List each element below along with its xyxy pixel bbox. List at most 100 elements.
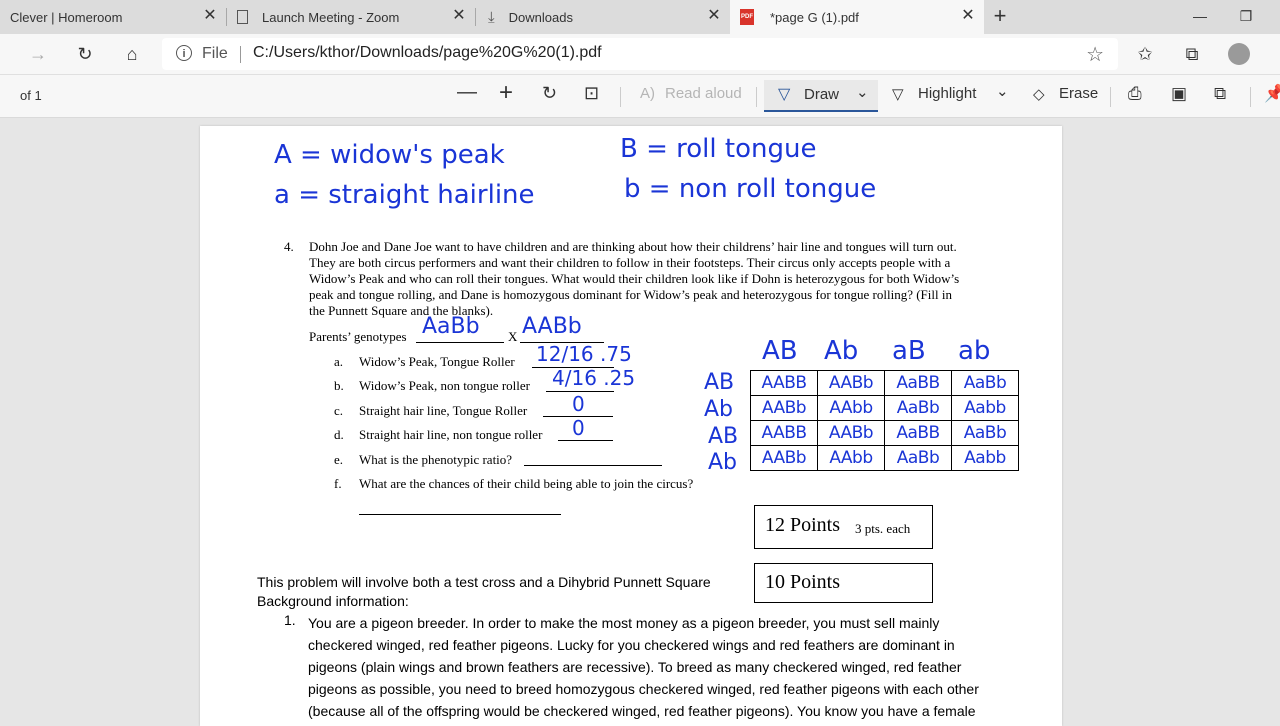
info-icon[interactable]: i [176, 45, 192, 61]
punnett-cell: AABb [817, 420, 885, 446]
answer-d: 0 [572, 416, 585, 440]
collections-icon[interactable]: ⧉ [1180, 42, 1204, 66]
chevron-down-icon[interactable]: ⌄ [856, 83, 869, 101]
close-icon[interactable]: ✕ [202, 8, 218, 24]
punnett-cell: AABB [750, 420, 818, 446]
problem-line: pigeons (plain wings and brown feathers … [308, 659, 962, 675]
tab-pdf[interactable]: PDF *page G (1).pdf ✕ [730, 0, 984, 34]
close-icon[interactable]: ✕ [960, 8, 976, 24]
pen-icon: ▽ [778, 86, 791, 103]
answer-a: 12/16 .75 [536, 342, 632, 366]
problem-line: pigeons as possible, you need to breed h… [308, 681, 979, 697]
handwriting-a-lower: a = straight hairline [274, 180, 535, 210]
chevron-down-icon[interactable]: ⌄ [996, 82, 1009, 100]
address-bar[interactable]: i File C:/Users/kthor/Downloads/page%20G… [162, 38, 1118, 70]
punnett-cell: Aabb [951, 445, 1019, 471]
punnett-row-header: AB [708, 424, 739, 449]
section-background: Background information: [257, 593, 409, 609]
punnett-cell: AaBB [884, 370, 952, 396]
answer-b: 4/16 .25 [552, 366, 636, 390]
fit-page-icon[interactable]: ⊡ [584, 83, 599, 104]
highlighter-icon: ▽ [892, 86, 904, 103]
sub-question: Widow’s Peak, Tongue Roller [359, 354, 515, 369]
punnett-cell: AaBb [884, 395, 952, 421]
tab-title: *page G (1).pdf [770, 9, 859, 25]
sub-question: Widow’s Peak, non tongue roller [359, 378, 530, 393]
points-note: 3 pts. each [855, 521, 911, 536]
minimize-icon[interactable]: — [1190, 6, 1210, 26]
save-as-icon[interactable]: ⧉ [1214, 84, 1226, 104]
rotate-icon[interactable]: ↻ [542, 83, 557, 104]
punnett-cell: AaBb [884, 445, 952, 471]
sub-letter: b. [334, 378, 344, 393]
pdf-page: A = widow's peak a = straight hairline B… [200, 126, 1062, 726]
save-icon[interactable]: ▣ [1171, 84, 1187, 104]
punnett-cell: AaBb [951, 420, 1019, 446]
tab-zoom[interactable]: Launch Meeting - Zoom ✕ [227, 0, 475, 34]
tab-downloads[interactable]: ⤓ Downloads ✕ [476, 0, 730, 34]
url-text[interactable]: C:/Users/kthor/Downloads/page%20G%20(1).… [253, 44, 602, 62]
punnett-col-header: aB [892, 336, 926, 366]
close-icon[interactable]: ✕ [451, 8, 467, 24]
problem-line: checkered winged, red feather pigeons. L… [308, 637, 955, 653]
sub-question: What are the chances of their child bein… [359, 476, 694, 491]
print-icon[interactable]: ⎙ [1128, 84, 1142, 104]
punnett-cell: AaBb [951, 370, 1019, 396]
sub-letter: a. [334, 354, 344, 369]
tab-strip: Clever | Homeroom ✕ Launch Meeting - Zoo… [0, 0, 1280, 34]
points-value: 10 Points [765, 571, 841, 593]
tab-title: Downloads [508, 9, 573, 25]
profile-avatar[interactable] [1228, 43, 1250, 65]
handwriting-b-lower: b = non roll tongue [624, 174, 877, 204]
punnett-cell: AABb [817, 370, 885, 396]
punnett-col-header: Ab [824, 336, 859, 366]
handwriting-a-upper: A = widow's peak [274, 140, 505, 170]
new-tab-button[interactable]: + [988, 5, 1012, 29]
close-icon[interactable]: ✕ [706, 8, 722, 24]
question-line: Dohn Joe and Dane Joe want to have child… [309, 239, 957, 254]
erase-button[interactable]: Erase [1059, 85, 1098, 102]
question-number: 4. [284, 239, 294, 254]
eraser-icon: ◇ [1033, 86, 1045, 103]
punnett-row-header: Ab [704, 397, 734, 422]
pdf-toolbar: of 1 — + ↻ ⊡ A) Read aloud ▽ Draw ⌄ ▽ Hi… [0, 74, 1280, 118]
genotype-parent2: AABb [522, 314, 582, 339]
draw-button[interactable]: ▽ Draw ⌄ [764, 80, 878, 112]
punnett-col-header: ab [958, 336, 991, 366]
tab-title: Launch Meeting - Zoom [262, 9, 400, 25]
punnett-row-header: Ab [708, 450, 738, 475]
home-icon[interactable]: ⌂ [120, 42, 144, 66]
read-aloud-icon: A) [640, 85, 655, 102]
cross-symbol: X [508, 329, 518, 344]
refresh-icon[interactable]: ↻ [73, 42, 97, 66]
read-aloud-button[interactable]: Read aloud [665, 85, 742, 102]
pin-icon[interactable]: 📌 [1264, 84, 1280, 104]
parents-label: Parents’ genotypes [309, 329, 407, 344]
zoom-out-icon[interactable]: — [457, 81, 477, 104]
sub-question: What is the phenotypic ratio? [359, 452, 513, 467]
handwriting-b-upper: B = roll tongue [620, 134, 817, 164]
draw-label: Draw [804, 86, 840, 103]
punnett-col-header: AB [762, 336, 798, 366]
zoom-in-icon[interactable]: + [499, 79, 513, 107]
favorites-icon[interactable]: ✩ [1133, 42, 1157, 66]
punnett-cell: AAbb [817, 445, 885, 471]
navigation-bar: → ↻ ⌂ i File C:/Users/kthor/Downloads/pa… [0, 34, 1280, 74]
problem-text: You are a pigeon breeder. In order to ma… [308, 612, 979, 722]
points-box: 12 Points 3 pts. each [754, 505, 933, 549]
favorite-star-icon[interactable]: ☆ [1086, 42, 1104, 67]
restore-icon[interactable]: ❐ [1236, 6, 1256, 26]
punnett-cell: Aabb [951, 395, 1019, 421]
tab-clever[interactable]: Clever | Homeroom ✕ [0, 0, 226, 34]
problem-line: You are a pigeon breeder. In order to ma… [308, 615, 940, 631]
section-intro: This problem will involve both a test cr… [257, 574, 711, 590]
url-scheme: File [202, 45, 228, 62]
page-icon [237, 10, 248, 24]
page-count: of 1 [20, 88, 42, 103]
sub-letter: c. [334, 403, 344, 418]
highlight-button[interactable]: Highlight [918, 85, 976, 102]
download-icon: ⤓ [488, 8, 495, 26]
points-value: 12 Points [765, 514, 841, 536]
forward-icon[interactable]: → [26, 42, 50, 66]
punnett-square: AABB AABb AaBB AaBb AABb AAbb AaBb Aabb … [750, 370, 1019, 471]
